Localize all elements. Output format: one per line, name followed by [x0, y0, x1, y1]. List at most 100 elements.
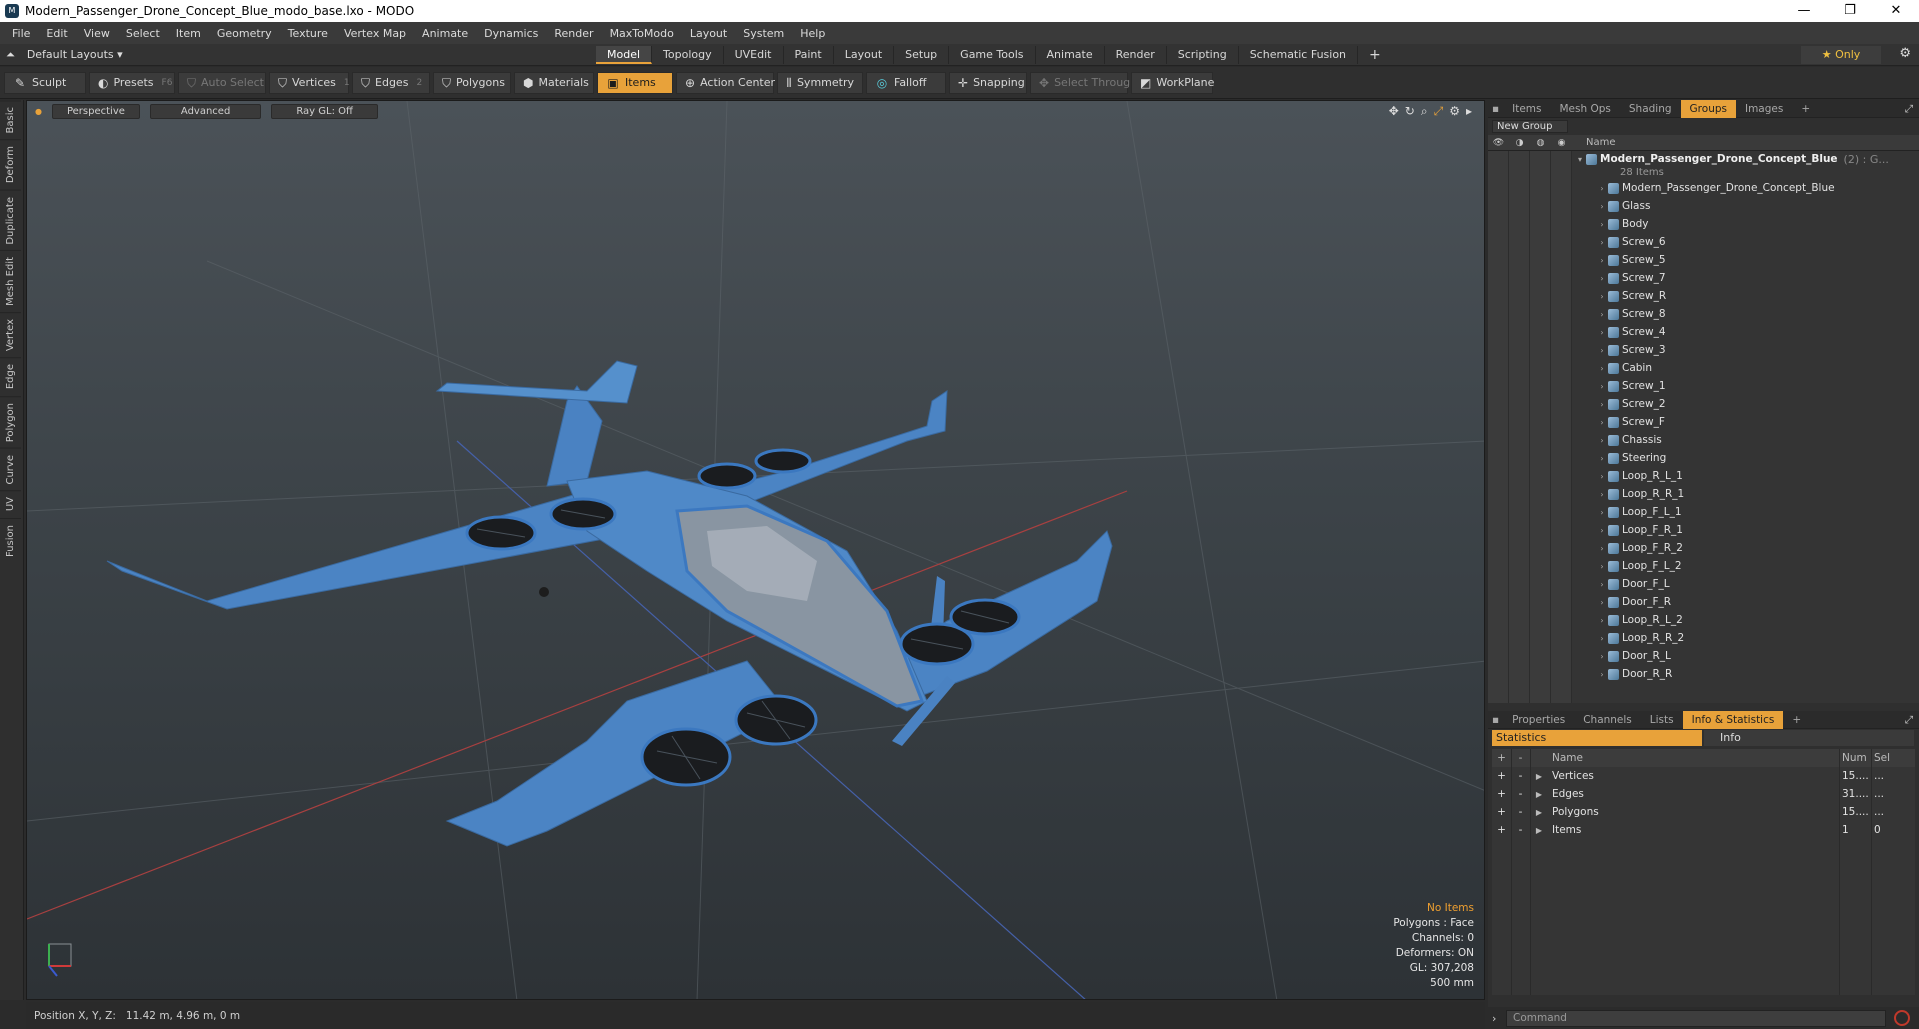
add-tab-button[interactable]: + [1358, 46, 1392, 64]
tab-uv[interactable]: UV [0, 490, 21, 518]
group-item-row[interactable]: › Screw_F [1488, 413, 1919, 431]
advanced-dropdown[interactable]: Advanced [149, 103, 262, 119]
group-item-row[interactable]: › Screw_1 [1488, 377, 1919, 395]
tab-lists[interactable]: Lists [1641, 711, 1683, 729]
statistics-tab[interactable]: Statistics [1492, 730, 1702, 746]
3d-viewport[interactable]: ● Perspective Advanced Ray GL: Off ✥ ↻ ⌕… [26, 100, 1485, 1000]
perspective-dropdown[interactable]: Perspective [51, 103, 140, 119]
lock-column-icon[interactable]: ◍ [1530, 138, 1551, 148]
tab-curve[interactable]: Curve [0, 447, 21, 491]
stop-icon[interactable] [1894, 1010, 1910, 1026]
tab-mesh-ops[interactable]: Mesh Ops [1551, 100, 1620, 118]
edges-button[interactable]: ⛉ Edges 2 [352, 71, 430, 94]
disclosure-arrow-icon[interactable]: ▶ [1530, 790, 1548, 799]
expand-row-icon[interactable]: + [1492, 824, 1511, 836]
tab-mesh-edit[interactable]: Mesh Edit [0, 250, 21, 313]
collapse-row-icon[interactable]: - [1511, 788, 1530, 800]
group-item-row[interactable]: › Door_F_L [1488, 575, 1919, 593]
close-button[interactable]: ✕ [1873, 0, 1919, 22]
group-root-row[interactable]: ▾ Modern_Passenger_Drone_Concept_Blue (2) … [1488, 153, 1919, 166]
tab-model[interactable]: Model [596, 45, 653, 64]
only-toggle[interactable]: ★ Only [1801, 46, 1881, 64]
menu-view[interactable]: View [76, 27, 118, 40]
expand-row-icon[interactable]: + [1492, 788, 1511, 800]
expand-all-icon[interactable]: + [1492, 752, 1511, 764]
tab-info-statistics[interactable]: Info & Statistics [1682, 710, 1784, 729]
raygl-dropdown[interactable]: Ray GL: Off [271, 103, 378, 119]
items-button[interactable]: ▣ Items [597, 71, 673, 94]
collapse-row-icon[interactable]: - [1511, 806, 1530, 818]
statistics-row[interactable]: + - ▶ Vertices 15....... [1492, 767, 1915, 785]
polygons-button[interactable]: ⛉ Polygons [433, 71, 511, 94]
new-group-button[interactable]: New Group [1492, 120, 1568, 133]
menu-render[interactable]: Render [546, 27, 601, 40]
tab-layout[interactable]: Layout [834, 45, 895, 64]
presets-button[interactable]: ◐ Presets F6 [89, 71, 175, 94]
menu-texture[interactable]: Texture [280, 27, 336, 40]
menu-geometry[interactable]: Geometry [209, 27, 280, 40]
group-item-row[interactable]: › Modern_Passenger_Drone_Concept_Blue [1488, 179, 1919, 197]
tab-uvedit[interactable]: UVEdit [724, 45, 784, 64]
collapse-all-icon[interactable]: - [1511, 752, 1530, 764]
tab-vertex[interactable]: Vertex [0, 312, 21, 358]
expand-icon[interactable]: ⤢ [1899, 711, 1919, 729]
collapse-row-icon[interactable]: - [1511, 770, 1530, 782]
group-item-row[interactable]: › Chassis [1488, 431, 1919, 449]
select-through-button[interactable]: ✥ Select Through [1030, 71, 1137, 94]
group-item-row[interactable]: › Door_R_R [1488, 665, 1919, 683]
collapse-row-icon[interactable]: - [1511, 824, 1530, 836]
snapping-button[interactable]: ✛ Snapping [949, 71, 1027, 94]
group-item-row[interactable]: › Loop_F_R_2 [1488, 539, 1919, 557]
falloff-button[interactable]: ◎ Falloff [866, 71, 946, 94]
symmetry-button[interactable]: ⫴ Symmetry [777, 71, 863, 94]
tab-fusion[interactable]: Fusion [0, 517, 21, 563]
info-tab[interactable]: Info [1704, 730, 1914, 746]
tab-channels[interactable]: Channels [1574, 711, 1641, 729]
statistics-row[interactable]: + - ▶ Items 1 0 [1492, 821, 1915, 839]
group-item-row[interactable]: › Loop_R_L_2 [1488, 611, 1919, 629]
tab-groups[interactable]: Groups [1680, 99, 1736, 118]
tab-properties[interactable]: Properties [1503, 711, 1574, 729]
group-item-row[interactable]: › Screw_6 [1488, 233, 1919, 251]
menu-vertex-map[interactable]: Vertex Map [336, 27, 414, 40]
disclosure-arrow-icon[interactable]: ▶ [1530, 826, 1548, 835]
command-input[interactable]: Command [1506, 1009, 1886, 1027]
maximize-button[interactable]: ❐ [1827, 0, 1873, 22]
group-item-row[interactable]: › Screw_5 [1488, 251, 1919, 269]
group-item-row[interactable]: › Door_R_L [1488, 647, 1919, 665]
workplane-button[interactable]: ◩ WorkPlane [1131, 71, 1214, 94]
group-item-row[interactable]: › Loop_R_L_1 [1488, 467, 1919, 485]
fit-icon[interactable]: ⤢ [1434, 104, 1444, 119]
group-item-row[interactable]: › Screw_3 [1488, 341, 1919, 359]
tab-paint[interactable]: Paint [784, 45, 834, 64]
group-item-row[interactable]: › Loop_F_R_1 [1488, 521, 1919, 539]
menu-edit[interactable]: Edit [38, 27, 75, 40]
menu-file[interactable]: File [4, 27, 38, 40]
group-item-row[interactable]: › Loop_F_L_2 [1488, 557, 1919, 575]
tab-duplicate[interactable]: Duplicate [0, 189, 21, 251]
rotate-icon[interactable]: ↻ [1405, 104, 1415, 119]
sculpt-button[interactable]: ✎ Sculpt [4, 71, 86, 94]
vertices-button[interactable]: ⛉ Vertices 1 [269, 71, 350, 94]
expand-row-icon[interactable]: + [1492, 770, 1511, 782]
action-center-button[interactable]: ⊕ Action Center [676, 71, 775, 94]
group-item-row[interactable]: › Loop_R_R_2 [1488, 629, 1919, 647]
zoom-icon[interactable]: ⌕ [1421, 104, 1428, 119]
select-column-icon[interactable]: ◉ [1551, 138, 1572, 148]
group-item-row[interactable]: › Screw_R [1488, 287, 1919, 305]
menu-item[interactable]: Item [168, 27, 209, 40]
menu-select[interactable]: Select [118, 27, 168, 40]
tab-render[interactable]: Render [1105, 45, 1167, 64]
tab-setup[interactable]: Setup [894, 45, 950, 64]
groups-tree[interactable]: ▾ Modern_Passenger_Drone_Concept_Blue (2) … [1488, 151, 1919, 703]
add-panel-tab[interactable]: + [1783, 711, 1810, 729]
render-column-icon[interactable]: ◑ [1509, 138, 1530, 148]
minimize-button[interactable]: — [1781, 0, 1827, 22]
tab-schematic-fusion[interactable]: Schematic Fusion [1239, 45, 1359, 64]
statistics-row[interactable]: + - ▶ Polygons 15....... [1492, 803, 1915, 821]
tab-polygon[interactable]: Polygon [0, 395, 21, 448]
collapse-arrow-icon[interactable]: ▾ [1574, 155, 1586, 164]
menu-help[interactable]: Help [792, 27, 833, 40]
menu-system[interactable]: System [735, 27, 792, 40]
layout-selector[interactable]: Default Layouts ▾ [27, 48, 123, 61]
